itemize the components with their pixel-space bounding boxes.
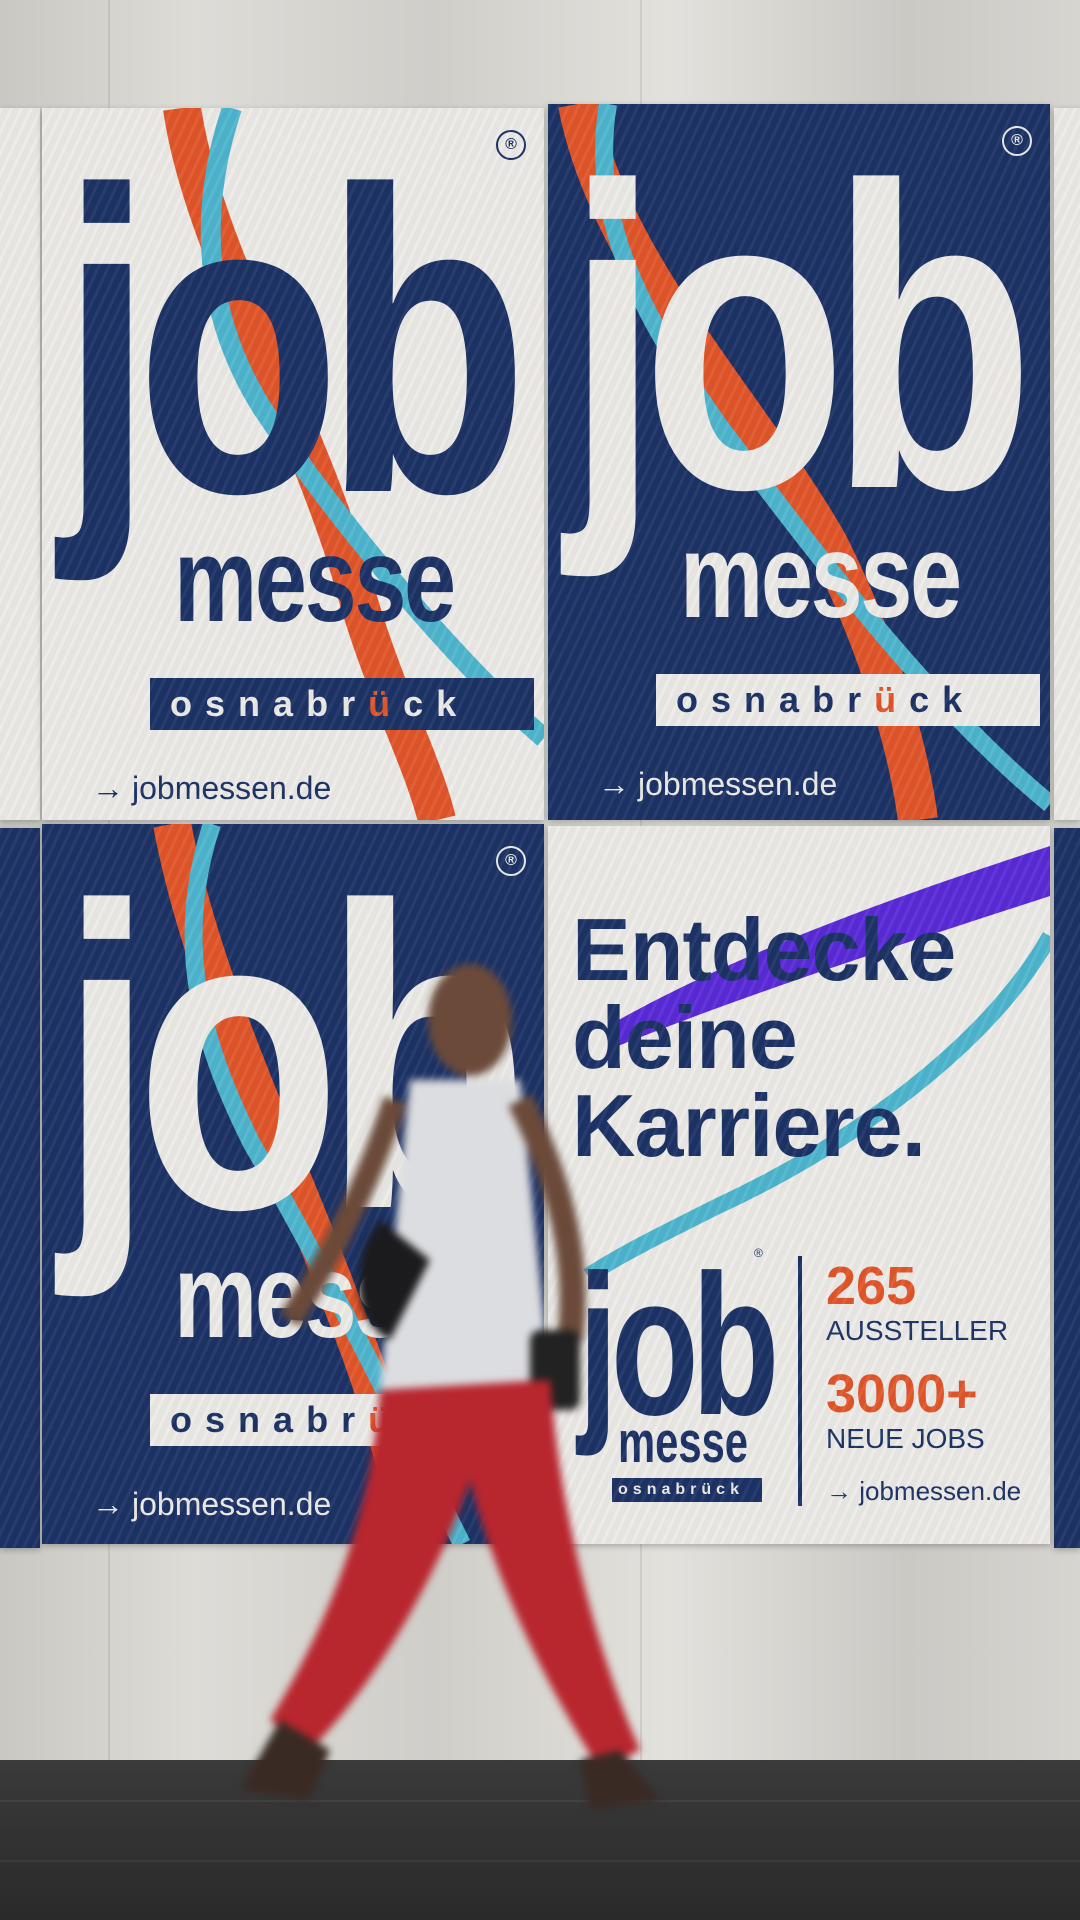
registered-mark: ® [1002, 126, 1032, 156]
poster-edge-left-top [0, 108, 40, 820]
poster-edge-right-bottom [1054, 828, 1080, 1548]
jobs-count: 3000+ [826, 1364, 978, 1424]
url-line: → jobmessen.de [598, 764, 837, 804]
logo-job-word: job [566, 104, 1035, 579]
poster-edge-left-bottom [0, 828, 40, 1548]
logo-city-bar: osnabrück [150, 678, 534, 730]
logo-messe-word: messe [680, 509, 962, 643]
registered-mark: ® [496, 846, 526, 876]
url-text: jobmessen.de [638, 766, 838, 802]
logo-job-word: job [60, 108, 529, 583]
arrow-right-icon: → [826, 1476, 852, 1506]
url-text: jobmessen.de [859, 1476, 1022, 1506]
url-line: → jobmessen.de [826, 1476, 1021, 1507]
arrow-right-icon: → [92, 770, 124, 806]
divider-line [798, 1256, 802, 1506]
poster-light-top-left: job messe osnabrück ® → jobmessen.de [42, 108, 544, 820]
arrow-right-icon: → [598, 766, 630, 802]
logo-city-text: osnabrück [170, 683, 470, 724]
poster-dark-top-right: job messe osnabrück ® → jobmessen.de [548, 104, 1050, 820]
walking-person-photo [240, 964, 660, 1810]
registered-mark: ® [496, 130, 526, 160]
exhibitors-label: AUSSTELLER [826, 1315, 1009, 1346]
poster-edge-right-top [1054, 108, 1080, 820]
url-line: → jobmessen.de [92, 768, 331, 808]
logo-city-text: osnabrück [676, 679, 976, 720]
jobs-label: NEUE JOBS [826, 1423, 985, 1454]
stats-block: 265 AUSSTELLER 3000+ NEUE JOBS [826, 1258, 1008, 1474]
registered-mark: ® [754, 1246, 763, 1260]
url-text: jobmessen.de [132, 770, 332, 806]
logo-messe-word: messe [174, 513, 456, 647]
pavement-line [0, 1860, 1080, 1862]
logo-city-bar: osnabrück [656, 674, 1040, 726]
exhibitors-count: 265 [826, 1256, 917, 1316]
arrow-right-icon: → [92, 1486, 124, 1522]
